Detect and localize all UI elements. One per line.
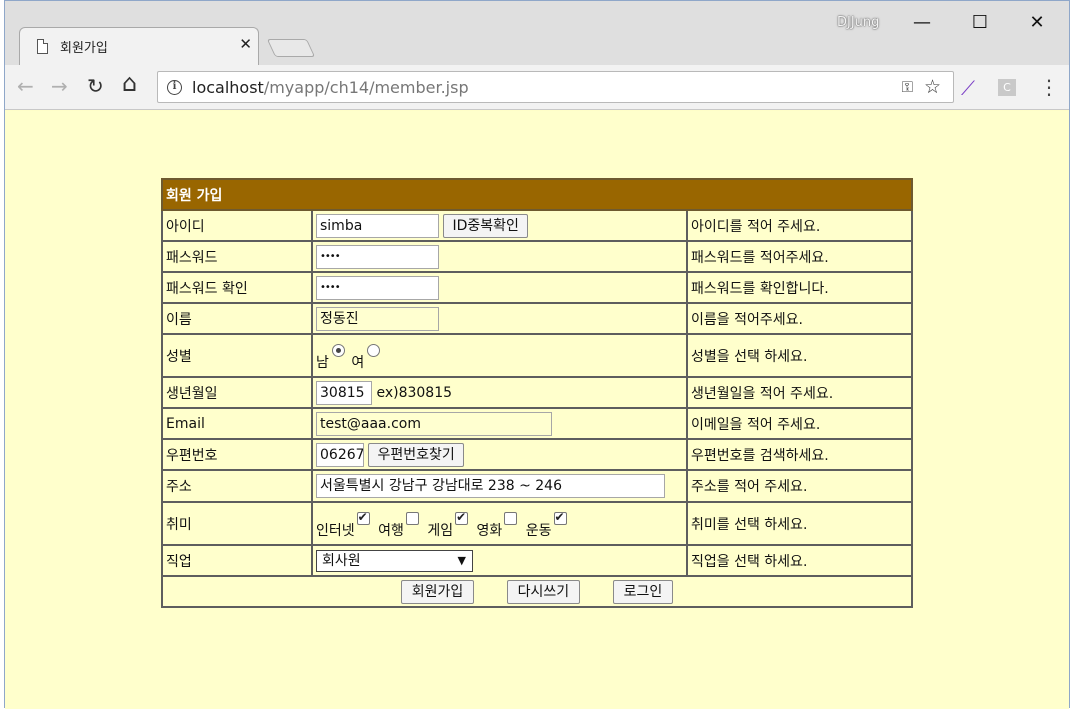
feather-extension-icon[interactable]: ⟋ bbox=[961, 76, 975, 100]
id-label: 아이디 bbox=[161, 209, 313, 242]
password-label: 패스워드 bbox=[161, 240, 313, 273]
zipcode-search-button[interactable]: 우편번호찾기 bbox=[368, 442, 464, 467]
browser-toolbar: ← → ↻ ⌂ i localhost/myapp/ch14/member.js… bbox=[5, 65, 1069, 110]
birthday-example: ex)830815 bbox=[376, 384, 453, 401]
title-bar: 회원가입 ✕ DJJung — ☐ ✕ bbox=[5, 1, 1069, 65]
reset-button[interactable]: 다시쓰기 bbox=[506, 579, 581, 604]
email-label: Email bbox=[161, 407, 313, 440]
name-input[interactable]: 정동진 bbox=[316, 306, 439, 331]
browser-window: 회원가입 ✕ DJJung — ☐ ✕ ← → ↻ ⌂ i localhost/… bbox=[4, 0, 1070, 709]
extension-c-icon[interactable]: C bbox=[998, 79, 1016, 96]
zipcode-hint: 우편번호를 검색하세요. bbox=[686, 438, 913, 471]
hobby-hint: 취미를 선택 하세요. bbox=[686, 501, 913, 546]
info-icon[interactable]: i bbox=[167, 80, 182, 95]
tab-title: 회원가입 bbox=[60, 41, 108, 56]
hobby-movie-checkbox[interactable] bbox=[504, 511, 518, 525]
back-icon[interactable]: ← bbox=[17, 75, 34, 97]
bookmark-star-icon[interactable]: ☆ bbox=[924, 76, 941, 98]
hobby-label: 취미 bbox=[161, 501, 313, 546]
url-text[interactable]: localhost/myapp/ch14/member.jsp bbox=[192, 78, 469, 97]
form-actions: 회원가입 다시쓰기 로그인 bbox=[161, 575, 913, 608]
submit-button[interactable]: 회원가입 bbox=[400, 579, 475, 604]
member-form-table: 회원 가입 아이디 simba ID중복확인 아이디를 적어 주세요. 패스워드… bbox=[161, 178, 913, 608]
address-input[interactable]: 서울특별시 강남구 강남대로 238 ~ 246 bbox=[316, 474, 665, 498]
gender-male-label: 남 bbox=[316, 354, 329, 371]
password-hint: 패스워드를 적어주세요. bbox=[686, 240, 913, 273]
job-select[interactable]: 회사원 ▼ bbox=[316, 549, 473, 572]
gender-hint: 성별을 선택 하세요. bbox=[686, 333, 913, 378]
id-input[interactable]: simba bbox=[316, 213, 439, 238]
hobby-exercise-label: 운동 bbox=[525, 522, 552, 539]
browser-tab[interactable]: 회원가입 ✕ bbox=[19, 27, 259, 65]
id-hint: 아이디를 적어 주세요. bbox=[686, 209, 913, 242]
birthday-hint: 생년월일을 적어 주세요. bbox=[686, 376, 913, 409]
gender-female-radio[interactable] bbox=[367, 343, 381, 357]
forward-icon[interactable]: → bbox=[51, 75, 68, 97]
job-hint: 직업을 선택 하세요. bbox=[686, 544, 913, 577]
hobby-internet-checkbox[interactable] bbox=[356, 510, 370, 525]
gender-label: 성별 bbox=[161, 333, 313, 378]
url-host: localhost bbox=[192, 78, 264, 97]
address-hint: 주소를 적어 주세요. bbox=[686, 469, 913, 503]
zipcode-label: 우편번호 bbox=[161, 438, 313, 471]
hobby-travel-checkbox[interactable] bbox=[405, 511, 419, 525]
email-input[interactable]: test@aaa.com bbox=[316, 411, 552, 436]
email-hint: 이메일을 적어 주세요. bbox=[686, 407, 913, 440]
name-hint: 이름을 적어주세요. bbox=[686, 302, 913, 335]
reload-icon[interactable]: ↻ bbox=[87, 75, 104, 97]
minimize-icon[interactable]: — bbox=[902, 9, 942, 37]
hobby-travel-label: 여행 bbox=[378, 522, 404, 539]
page-content: 회원 가입 아이디 simba ID중복확인 아이디를 적어 주세요. 패스워드… bbox=[5, 111, 1069, 709]
menu-icon[interactable]: ⋮ bbox=[1039, 75, 1059, 99]
password-confirm-input[interactable]: •••• bbox=[316, 275, 439, 300]
login-button[interactable]: 로그인 bbox=[612, 579, 674, 604]
url-path: /myapp/ch14/member.jsp bbox=[263, 78, 469, 97]
name-label: 이름 bbox=[161, 302, 313, 335]
dropdown-arrow-icon: ▼ bbox=[457, 553, 466, 567]
close-window-icon[interactable]: ✕ bbox=[1017, 9, 1057, 37]
id-check-button[interactable]: ID중복확인 bbox=[443, 213, 528, 238]
home-icon[interactable]: ⌂ bbox=[122, 71, 137, 95]
gender-male-radio[interactable] bbox=[331, 343, 345, 357]
hobby-internet-label: 인터넷 bbox=[316, 522, 355, 539]
hobby-movie-label: 영화 bbox=[476, 522, 503, 539]
zipcode-input[interactable]: 06267 bbox=[316, 442, 364, 467]
password-input[interactable]: •••• bbox=[316, 244, 439, 269]
birthday-label: 생년월일 bbox=[161, 376, 313, 409]
form-title: 회원 가입 bbox=[161, 178, 913, 211]
new-tab-button[interactable] bbox=[266, 39, 316, 57]
key-icon[interactable]: ⚿ bbox=[902, 78, 913, 96]
password-confirm-label: 패스워드 확인 bbox=[161, 271, 313, 304]
hobby-exercise-checkbox[interactable] bbox=[553, 510, 567, 525]
address-bar[interactable]: i localhost/myapp/ch14/member.jsp ⚿ ☆ bbox=[157, 71, 954, 103]
birthday-input[interactable]: 30815 bbox=[316, 380, 372, 405]
maximize-icon[interactable]: ☐ bbox=[960, 9, 1000, 37]
profile-name[interactable]: DJJung bbox=[837, 15, 879, 30]
gender-female-label: 여 bbox=[351, 354, 365, 371]
password-confirm-hint: 패스워드를 확인합니다. bbox=[686, 271, 913, 304]
hobby-game-label: 게임 bbox=[427, 522, 454, 539]
tab-close-icon[interactable]: ✕ bbox=[239, 35, 252, 53]
job-label: 직업 bbox=[161, 544, 313, 577]
page-icon bbox=[37, 39, 48, 54]
address-label: 주소 bbox=[161, 469, 313, 503]
hobby-game-checkbox[interactable] bbox=[455, 510, 469, 525]
job-select-value: 회사원 bbox=[322, 552, 361, 569]
